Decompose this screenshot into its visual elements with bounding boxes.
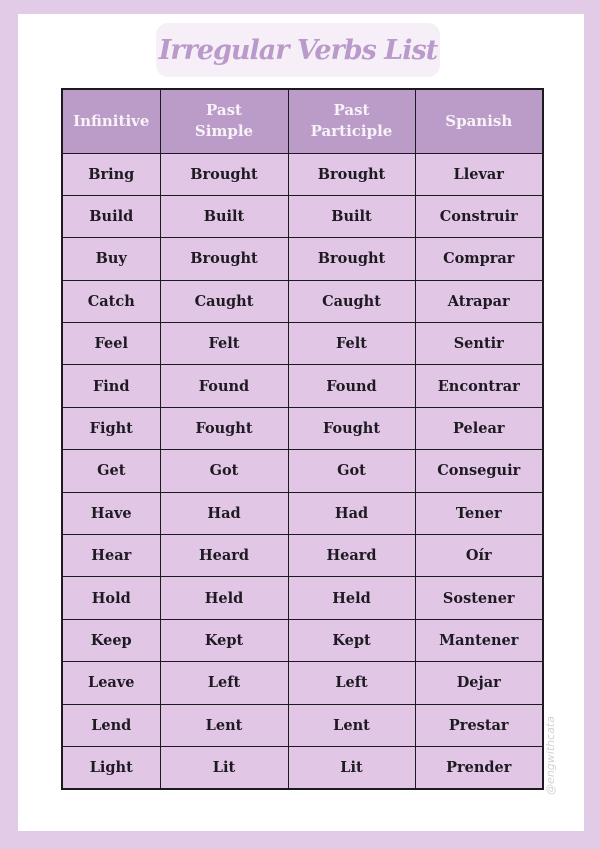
infinitive-cell: Get (61, 449, 161, 493)
header-spanish: Spanish (414, 88, 544, 154)
past-participle-cell: Fought (287, 406, 416, 451)
past-participle-cell: Found (287, 364, 416, 408)
spanish-cell: Prender (414, 745, 544, 790)
past-simple-cell: Built (159, 194, 289, 239)
spanish-cell: Dejar (414, 661, 544, 705)
spanish-cell: Atrapar (414, 279, 544, 324)
past-participle-cell: Built (287, 194, 416, 239)
infinitive-cell: Find (61, 364, 161, 408)
spanish-cell: Comprar (414, 237, 544, 281)
spanish-cell: Encontrar (414, 364, 544, 408)
past-participle-cell: Lent (287, 703, 416, 747)
spanish-cell: Pelear (414, 406, 544, 451)
table-row: Get Got Got Conseguir (61, 449, 544, 493)
table-row: Find Found Found Encontrar (61, 364, 544, 408)
past-simple-cell: Got (159, 449, 289, 493)
past-simple-cell: Felt (159, 322, 289, 366)
past-participle-cell: Brought (287, 152, 416, 196)
table-row: Leave Left Left Dejar (61, 661, 544, 705)
infinitive-cell: Catch (61, 279, 161, 324)
infinitive-cell: Feel (61, 322, 161, 366)
past-participle-cell: Held (287, 576, 416, 620)
past-simple-cell: Had (159, 491, 289, 536)
past-simple-cell: Left (159, 661, 289, 705)
table-row: Buy Brought Brought Comprar (61, 237, 544, 281)
table-row: Hold Held Held Sostener (61, 576, 544, 620)
table-row: Build Built Built Construir (61, 194, 544, 239)
spanish-cell: Construir (414, 194, 544, 239)
table-row: Light Lit Lit Prender (61, 745, 544, 790)
past-participle-cell: Felt (287, 322, 416, 366)
infinitive-cell: Keep (61, 618, 161, 663)
header-line: Past (206, 101, 242, 120)
past-simple-cell: Brought (159, 237, 289, 281)
table-row: Bring Brought Brought Llevar (61, 152, 544, 196)
table-row: Lend Lent Lent Prestar (61, 703, 544, 747)
irregular-verbs-table: Infinitive Past Simple Past Participle S… (61, 88, 544, 790)
past-simple-cell: Fought (159, 406, 289, 451)
infinitive-cell: Light (61, 745, 161, 790)
infinitive-cell: Lend (61, 703, 161, 747)
spanish-cell: Prestar (414, 703, 544, 747)
infinitive-cell: Build (61, 194, 161, 239)
spanish-cell: Llevar (414, 152, 544, 196)
past-simple-cell: Heard (159, 534, 289, 578)
table-row: Have Had Had Tener (61, 491, 544, 536)
table-row: Hear Heard Heard Oír (61, 534, 544, 578)
past-simple-cell: Lit (159, 745, 289, 790)
header-line: Participle (310, 122, 393, 141)
header-line: Past (333, 101, 370, 120)
infinitive-cell: Bring (61, 152, 161, 196)
table-body: Bring Brought Brought Llevar Build Built Built… (61, 152, 544, 790)
infinitive-cell: Hold (61, 576, 161, 620)
title-banner: Irregular Verbs List (156, 23, 440, 77)
header-line: Spanish (445, 111, 513, 130)
spanish-cell: Sentir (414, 322, 544, 366)
header-past-simple: Past Simple (159, 88, 289, 154)
table-row: Fight Fought Fought Pelear (61, 406, 544, 451)
header-row: Infinitive Past Simple Past Participle S… (61, 88, 544, 154)
past-participle-cell: Lit (287, 745, 416, 790)
past-participle-cell: Had (287, 491, 416, 536)
past-simple-cell: Lent (159, 703, 289, 747)
past-simple-cell: Brought (159, 152, 289, 196)
spanish-cell: Oír (414, 534, 544, 578)
table-row: Catch Caught Caught Atrapar (61, 279, 544, 324)
spanish-cell: Sostener (414, 576, 544, 620)
watermark-text: @engwithcata (543, 715, 557, 795)
infinitive-cell: Have (61, 491, 161, 536)
past-participle-cell: Got (287, 449, 416, 493)
table-row: Feel Felt Felt Sentir (61, 322, 544, 366)
past-participle-cell: Brought (287, 237, 416, 281)
spanish-cell: Conseguir (414, 449, 544, 493)
watermark: @engwithcata (540, 700, 560, 810)
past-simple-cell: Caught (159, 279, 289, 324)
header-past-participle: Past Participle (287, 88, 416, 154)
header-line: Infinitive (73, 111, 150, 130)
infinitive-cell: Hear (61, 534, 161, 578)
spanish-cell: Mantener (414, 618, 544, 663)
past-simple-cell: Kept (159, 618, 289, 663)
table-row: Keep Kept Kept Mantener (61, 618, 544, 663)
past-simple-cell: Found (159, 364, 289, 408)
past-simple-cell: Held (159, 576, 289, 620)
header-infinitive: Infinitive (61, 88, 161, 154)
past-participle-cell: Left (287, 661, 416, 705)
infinitive-cell: Fight (61, 406, 161, 451)
infinitive-cell: Leave (61, 661, 161, 705)
past-participle-cell: Heard (287, 534, 416, 578)
past-participle-cell: Caught (287, 279, 416, 324)
spanish-cell: Tener (414, 491, 544, 536)
infinitive-cell: Buy (61, 237, 161, 281)
page-title: Irregular Verbs List (158, 34, 438, 66)
header-line: Simple (194, 122, 254, 141)
past-participle-cell: Kept (287, 618, 416, 663)
